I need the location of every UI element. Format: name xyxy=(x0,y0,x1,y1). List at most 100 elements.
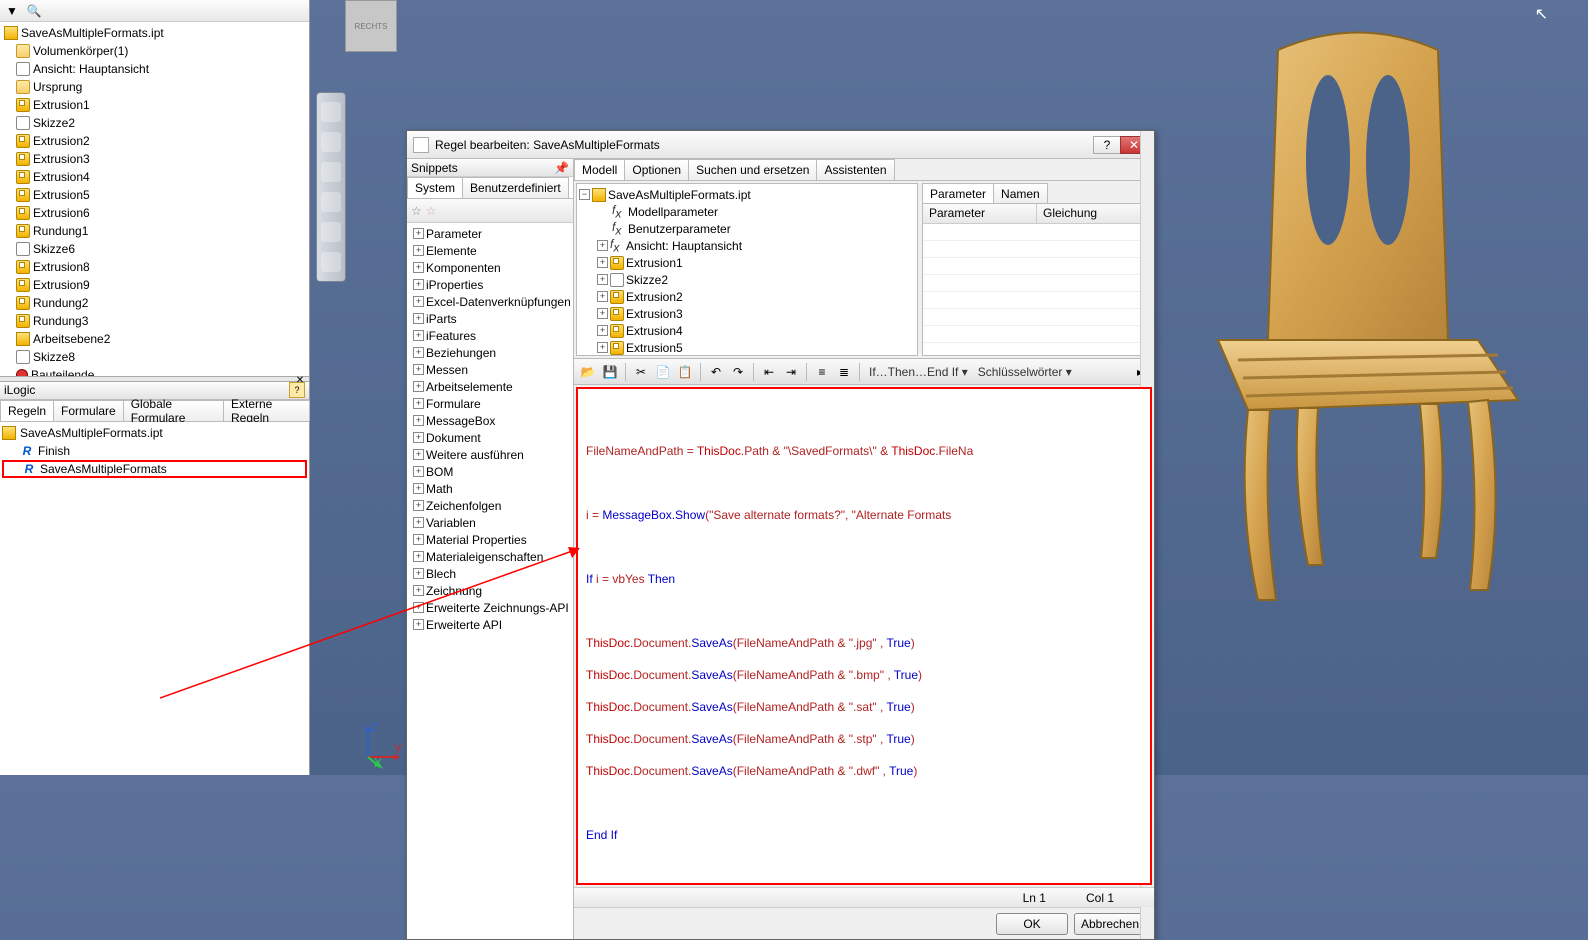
snippet-category[interactable]: +Excel-Datenverknüpfungen xyxy=(409,293,571,310)
expand-icon[interactable]: + xyxy=(413,466,424,477)
undo-icon[interactable]: ↶ xyxy=(706,362,726,382)
expand-icon[interactable]: + xyxy=(413,483,424,494)
expand-icon[interactable]: + xyxy=(413,245,424,256)
expand-icon[interactable]: + xyxy=(413,398,424,409)
orbit-icon[interactable] xyxy=(321,192,341,212)
tree-item[interactable]: Extrusion1 xyxy=(4,96,305,114)
tab-parameter[interactable]: Parameter xyxy=(922,183,994,203)
snippet-category[interactable]: +Beziehungen xyxy=(409,344,571,361)
tree-item[interactable]: Skizze2 xyxy=(4,114,305,132)
expand-icon[interactable]: + xyxy=(413,262,424,273)
pan-icon[interactable] xyxy=(321,132,341,152)
snippet-category[interactable]: +Material Properties xyxy=(409,531,571,548)
dialog-model-tree[interactable]: −SaveAsMultipleFormats.ipt fxModellparam… xyxy=(576,183,918,356)
expand-icon[interactable]: + xyxy=(413,585,424,596)
expand-icon[interactable]: + xyxy=(413,551,424,562)
snippet-category[interactable]: +Erweiterte API xyxy=(409,616,571,633)
snippet-category[interactable]: +Weitere ausführen xyxy=(409,446,571,463)
expand-icon[interactable]: + xyxy=(413,568,424,579)
tree-item[interactable]: Arbeitsebene2 xyxy=(4,330,305,348)
snippet-category[interactable]: +Elemente xyxy=(409,242,571,259)
tree-item[interactable]: Extrusion6 xyxy=(4,204,305,222)
tree-item[interactable]: +Extrusion5 xyxy=(579,339,915,356)
expand-icon[interactable]: + xyxy=(413,296,424,307)
snippet-category[interactable]: +BOM xyxy=(409,463,571,480)
snippet-category[interactable]: +iParts xyxy=(409,310,571,327)
tree-item[interactable]: Bauteilende xyxy=(4,366,305,376)
snippet-category[interactable]: +Messen xyxy=(409,361,571,378)
snippet-category[interactable]: +iFeatures xyxy=(409,327,571,344)
expand-icon[interactable]: + xyxy=(413,517,424,528)
open-icon[interactable]: 📂 xyxy=(578,362,598,382)
tree-item[interactable]: +Extrusion2 xyxy=(579,288,915,305)
expand-icon[interactable]: + xyxy=(413,330,424,341)
outdent-icon[interactable]: ⇤ xyxy=(759,362,779,382)
tab-optionen[interactable]: Optionen xyxy=(624,159,689,180)
tree-item[interactable]: Skizze6 xyxy=(4,240,305,258)
lookat-icon[interactable] xyxy=(321,222,341,242)
snippet-category[interactable]: +Dokument xyxy=(409,429,571,446)
tree-item[interactable]: Extrusion4 xyxy=(4,168,305,186)
expand-icon[interactable]: + xyxy=(413,347,424,358)
uncomment-icon[interactable]: ≣ xyxy=(834,362,854,382)
tree-item[interactable]: Rundung1 xyxy=(4,222,305,240)
tree-item[interactable]: Rundung3 xyxy=(4,312,305,330)
tree-item[interactable]: Skizze8 xyxy=(4,348,305,366)
tab-system[interactable]: System xyxy=(407,177,463,198)
help-button[interactable]: ? xyxy=(1093,136,1121,154)
nav-wheel-icon[interactable] xyxy=(321,102,341,122)
tree-item[interactable]: Extrusion2 xyxy=(4,132,305,150)
tab-formulare[interactable]: Formulare xyxy=(53,400,124,421)
view-cube[interactable]: RECHTS xyxy=(345,0,397,52)
keywords-dropdown[interactable]: Schlüsselwörter ▾ xyxy=(974,365,1076,379)
expand-icon[interactable]: + xyxy=(413,381,424,392)
expand-icon[interactable]: + xyxy=(597,291,608,302)
expand-icon[interactable]: + xyxy=(597,325,608,336)
snippet-category[interactable]: +MessageBox xyxy=(409,412,571,429)
rule-item[interactable]: RFinish xyxy=(2,442,307,460)
tree-item[interactable]: +fxAnsicht: Hauptansicht xyxy=(579,237,915,254)
expand-icon[interactable]: + xyxy=(597,308,608,319)
expand-icon[interactable]: + xyxy=(413,228,424,239)
tab-globale-formulare[interactable]: Globale Formulare xyxy=(123,400,224,421)
snippet-category[interactable]: +Arbeitselemente xyxy=(409,378,571,395)
col-equation[interactable]: Gleichung xyxy=(1037,204,1151,223)
home-icon[interactable] xyxy=(321,252,341,272)
save-icon[interactable]: 💾 xyxy=(600,362,620,382)
expand-icon[interactable]: + xyxy=(597,240,608,251)
star-edit-icon[interactable]: ☆ xyxy=(426,204,437,218)
snippet-category[interactable]: +Zeichnung xyxy=(409,582,571,599)
snippet-category[interactable]: +Komponenten xyxy=(409,259,571,276)
3d-viewport-model[interactable] xyxy=(1158,10,1578,630)
star-icon[interactable]: ☆ xyxy=(411,204,422,218)
expand-icon[interactable]: + xyxy=(413,415,424,426)
tab-user[interactable]: Benutzerdefiniert xyxy=(462,177,569,198)
expand-icon[interactable]: + xyxy=(597,342,608,353)
panel-splitter[interactable]: ✕ xyxy=(0,376,309,382)
expand-icon[interactable]: + xyxy=(413,449,424,460)
tree-item[interactable]: Rundung2 xyxy=(4,294,305,312)
expand-icon[interactable]: + xyxy=(413,619,424,630)
expand-icon[interactable]: + xyxy=(413,364,424,375)
expand-icon[interactable]: + xyxy=(597,257,608,268)
expand-icon[interactable]: + xyxy=(413,432,424,443)
ok-button[interactable]: OK xyxy=(996,913,1068,935)
tree-item[interactable]: Ursprung xyxy=(4,78,305,96)
rule-item-highlighted[interactable]: RSaveAsMultipleFormats xyxy=(2,460,307,478)
snippet-category[interactable]: +Variablen xyxy=(409,514,571,531)
parameter-grid[interactable]: Parameter Gleichung xyxy=(922,203,1152,356)
close-icon[interactable]: ✕ xyxy=(293,374,307,388)
tree-item[interactable]: +Skizze2 xyxy=(579,271,915,288)
tab-suchen-und-ersetzen[interactable]: Suchen und ersetzen xyxy=(688,159,817,180)
code-editor[interactable]: FileNameAndPath = ThisDoc.Path & "\Saved… xyxy=(576,387,1152,885)
tree-root[interactable]: SaveAsMultipleFormats.ipt xyxy=(4,24,305,42)
tab-externe-regeln[interactable]: Externe Regeln xyxy=(223,400,310,421)
tree-item[interactable]: +Extrusion3 xyxy=(579,305,915,322)
snippets-tree[interactable]: +Parameter+Elemente+Komponenten+iPropert… xyxy=(407,223,573,939)
snippet-category[interactable]: +Math xyxy=(409,480,571,497)
expand-icon[interactable]: + xyxy=(413,500,424,511)
tab-regeln[interactable]: Regeln xyxy=(0,400,54,421)
snippet-category[interactable]: +Formulare xyxy=(409,395,571,412)
tree-item[interactable]: +Extrusion1 xyxy=(579,254,915,271)
ifthen-dropdown[interactable]: If…Then…End If ▾ xyxy=(865,365,972,379)
